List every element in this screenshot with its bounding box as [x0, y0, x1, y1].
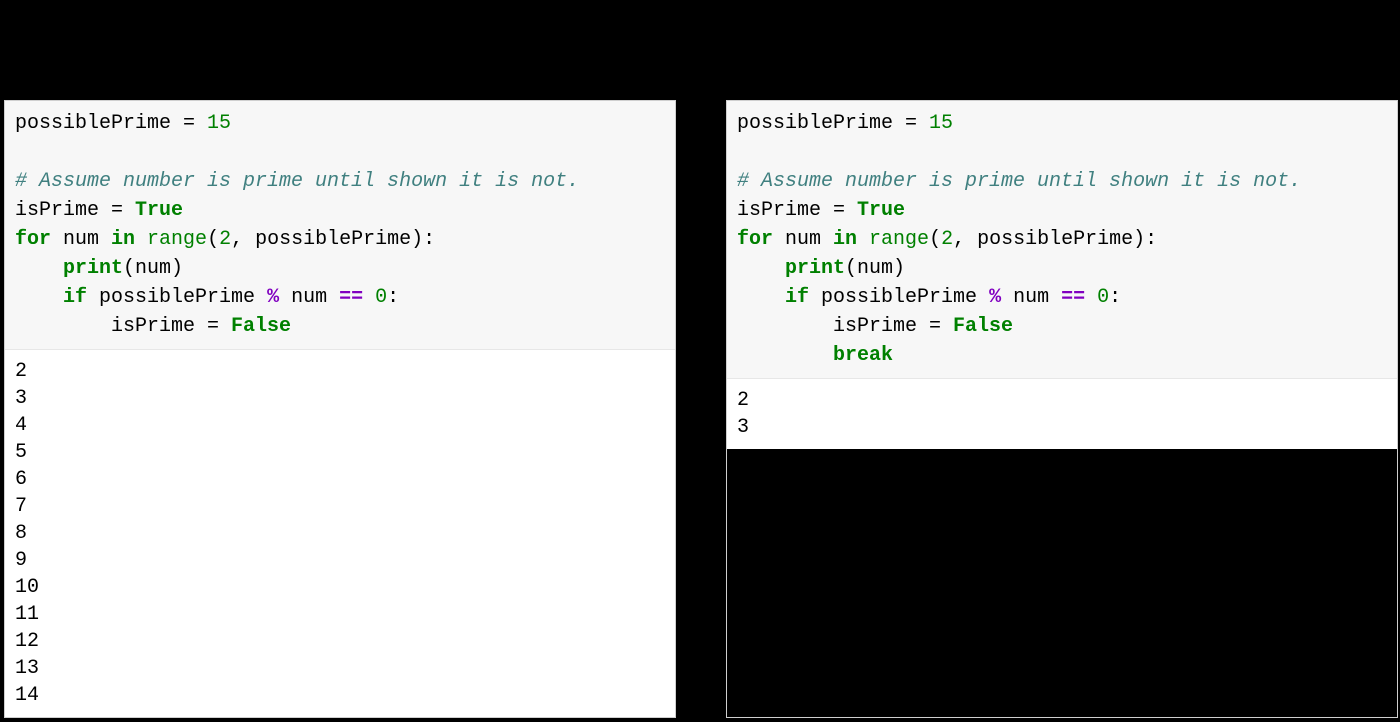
- code-keyword: for: [15, 228, 51, 251]
- code-token: , possiblePrime):: [231, 228, 435, 251]
- code-indent: [15, 257, 63, 280]
- code-token: =: [893, 112, 929, 135]
- comparison-container: possiblePrime = 15 # Assume number is pr…: [0, 0, 1400, 722]
- code-token: possiblePrime: [15, 112, 171, 135]
- code-token: 0: [1085, 286, 1109, 309]
- code-indent: [737, 257, 785, 280]
- code-token: range: [135, 228, 207, 251]
- code-token: , possiblePrime):: [953, 228, 1157, 251]
- code-token: True: [135, 199, 183, 222]
- code-token: True: [857, 199, 905, 222]
- left-cell: possiblePrime = 15 # Assume number is pr…: [4, 100, 676, 718]
- right-code-input: possiblePrime = 15 # Assume number is pr…: [727, 101, 1397, 379]
- code-indent: [737, 344, 833, 367]
- code-token: 2: [219, 228, 231, 251]
- code-token: num: [1001, 286, 1061, 309]
- code-comment: # Assume number is prime until shown it …: [15, 170, 579, 193]
- code-keyword: in: [833, 228, 857, 251]
- code-token: possiblePrime: [737, 112, 893, 135]
- code-token: False: [953, 315, 1013, 338]
- code-token: =: [207, 315, 231, 338]
- code-comment: # Assume number is prime until shown it …: [737, 170, 1301, 193]
- code-token: 0: [363, 286, 387, 309]
- code-token: False: [231, 315, 291, 338]
- code-token: (: [207, 228, 219, 251]
- code-operator: %: [989, 286, 1001, 309]
- code-token: =: [171, 112, 207, 135]
- code-token: :: [387, 286, 399, 309]
- code-token: num: [279, 286, 339, 309]
- code-token: isPrime: [15, 315, 207, 338]
- left-code-input: possiblePrime = 15 # Assume number is pr…: [5, 101, 675, 350]
- code-operator: ==: [1061, 286, 1085, 309]
- code-token: num: [51, 228, 111, 251]
- code-keyword: if: [63, 286, 87, 309]
- code-token: 15: [207, 112, 231, 135]
- code-token: :: [1109, 286, 1121, 309]
- code-keyword: if: [785, 286, 809, 309]
- code-token: possiblePrime: [809, 286, 989, 309]
- code-token: =: [99, 199, 135, 222]
- code-keyword: in: [111, 228, 135, 251]
- code-indent: [15, 286, 63, 309]
- code-token: =: [821, 199, 857, 222]
- code-token: isPrime: [737, 199, 821, 222]
- code-token: 2: [941, 228, 953, 251]
- code-token: (num): [123, 257, 183, 280]
- code-token: range: [857, 228, 929, 251]
- right-cell: possiblePrime = 15 # Assume number is pr…: [726, 100, 1398, 718]
- code-builtin: print: [785, 257, 845, 280]
- code-token: (num): [845, 257, 905, 280]
- code-builtin: print: [63, 257, 123, 280]
- code-token: 15: [929, 112, 953, 135]
- code-keyword: for: [737, 228, 773, 251]
- left-output: 2 3 4 5 6 7 8 9 10 11 12 13 14: [5, 350, 675, 717]
- code-token: num: [773, 228, 833, 251]
- code-operator: ==: [339, 286, 363, 309]
- code-keyword-break: break: [833, 344, 893, 367]
- code-token: (: [929, 228, 941, 251]
- code-operator: %: [267, 286, 279, 309]
- code-token: possiblePrime: [87, 286, 267, 309]
- right-output: 2 3: [727, 379, 1397, 449]
- code-token: isPrime: [15, 199, 99, 222]
- code-indent: [737, 286, 785, 309]
- code-token: isPrime: [737, 315, 929, 338]
- code-token: =: [929, 315, 953, 338]
